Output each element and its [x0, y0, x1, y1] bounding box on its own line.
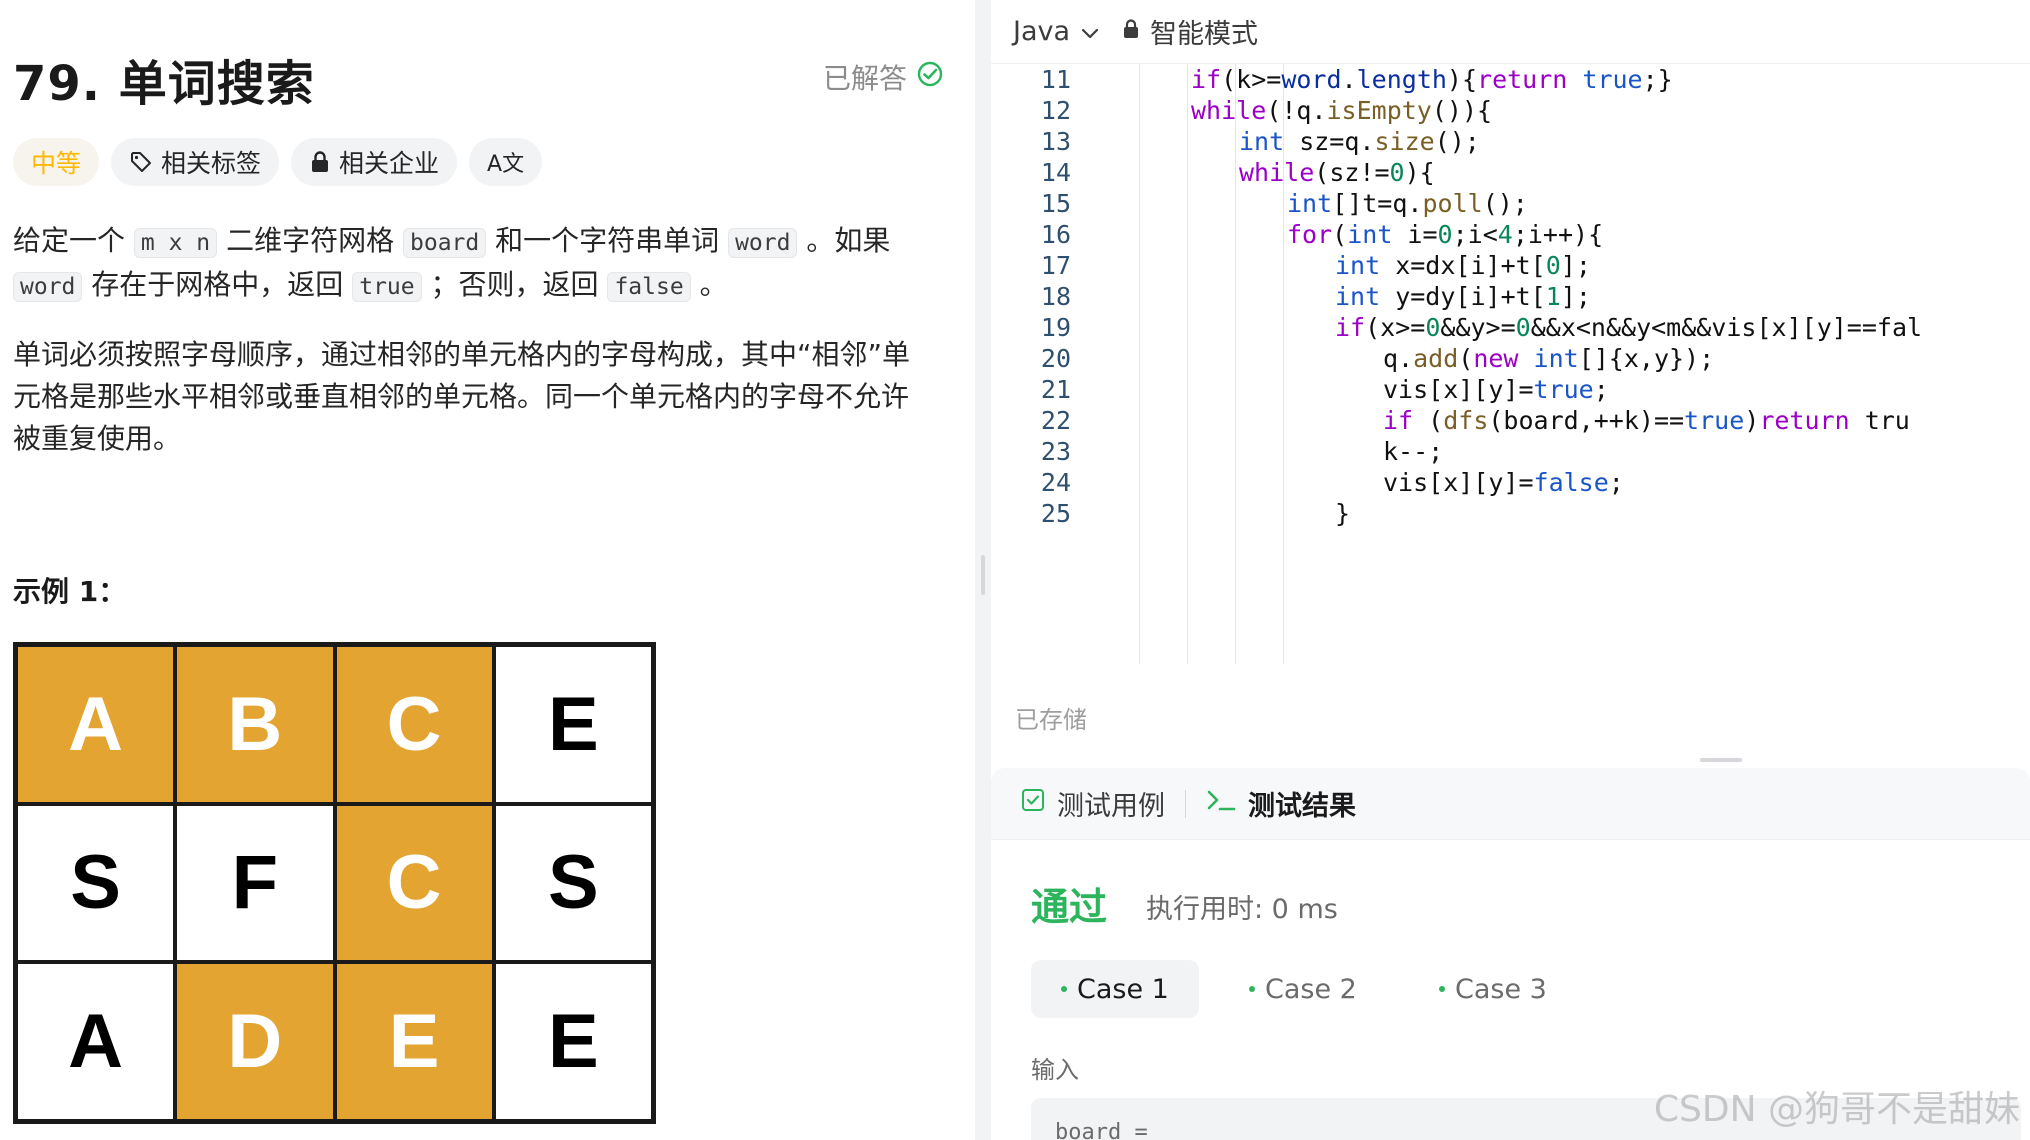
input-value: board =	[1055, 1120, 1148, 1140]
grid-cell: C	[334, 803, 494, 963]
case-tab-1[interactable]: Case 1	[1031, 960, 1199, 1018]
example-board-grid: ABCESFCSADEE	[13, 642, 656, 1124]
line-number: 25	[1040, 499, 1071, 528]
test-tabs: 测试用例 测试结果	[991, 768, 2030, 840]
code-area[interactable]: 11 if(k>=word.length){return true;} 12 whil…	[991, 64, 2030, 664]
grid-cell: A	[16, 645, 176, 804]
grid-cell: S	[16, 803, 176, 963]
tag-icon	[129, 150, 153, 174]
related-companies-button[interactable]: 相关企业	[291, 138, 458, 186]
lock-icon	[1122, 16, 1140, 47]
description-paragraph-1: 给定一个 m x n 二维字符网格 board 和一个字符串单词 word 。如…	[13, 220, 933, 308]
case-tab-2[interactable]: Case 2	[1219, 960, 1387, 1018]
checkbox-icon	[1021, 788, 1045, 819]
tag-row: 中等 相关标签 相关企业 A文	[13, 138, 543, 186]
grid-cell: E	[493, 962, 653, 1121]
pass-dot-icon	[1439, 986, 1445, 992]
input-label: 输入	[1031, 1056, 1079, 1084]
inline-code: word	[728, 228, 798, 258]
difficulty-badge: 中等	[13, 138, 100, 186]
pass-dot-icon	[1249, 986, 1255, 992]
lock-icon	[309, 150, 331, 174]
desc-text: ；否则，返回	[430, 268, 599, 301]
desc-text: 和一个字符串单词	[495, 224, 720, 257]
inline-code: board	[403, 228, 487, 258]
code-text: }	[1335, 499, 1351, 528]
inline-code: m x n	[133, 228, 218, 258]
runtime-label: 执行用时: 0 ms	[1146, 894, 1338, 925]
problem-title: 79. 单词搜索	[13, 56, 315, 112]
language-label: Java	[1013, 16, 1071, 47]
case-label: Case 1	[1077, 973, 1169, 1005]
grid-cell: S	[493, 803, 653, 963]
desc-text: 。如果	[806, 224, 891, 257]
smart-mode-label: 智能模式	[1150, 19, 1259, 50]
inline-code: true	[352, 272, 422, 302]
description-paragraph-2: 单词必须按照字母顺序，通过相邻的单元格内的字母构成，其中“相邻”单元格是那些水平…	[13, 338, 911, 455]
grid-cell: A	[16, 962, 176, 1121]
related-tags-label: 相关标签	[161, 149, 262, 178]
example-title: 示例 1：	[13, 575, 127, 608]
case-label: Case 3	[1455, 973, 1547, 1005]
chevron-down-icon	[1080, 16, 1100, 47]
desc-text: 给定一个	[13, 224, 126, 257]
grid-cell: F	[175, 803, 335, 963]
difficulty-label: 中等	[31, 149, 82, 178]
grid-cell: D	[175, 962, 335, 1121]
grid-cell: E	[334, 962, 494, 1121]
case-label: Case 2	[1265, 973, 1357, 1005]
vertical-resize-handle[interactable]	[1700, 758, 1742, 762]
result-status: 通过	[1031, 885, 1108, 929]
editor-toolbar: Java 智能模式	[991, 0, 2030, 64]
grid-cell: E	[493, 645, 653, 804]
tab-separator	[1185, 789, 1186, 818]
language-select[interactable]: Java	[1013, 16, 1100, 47]
desc-text: 。	[699, 268, 728, 301]
grid-cell: C	[334, 645, 494, 804]
solved-label: 已解答	[823, 62, 908, 95]
watermark: CSDN @狗哥不是甜妹	[1653, 1089, 2020, 1130]
terminal-icon	[1206, 788, 1236, 819]
saved-status: 已存储	[1015, 706, 1087, 734]
tab-test-result-label: 测试结果	[1248, 791, 1356, 822]
translate-icon: A文	[487, 152, 525, 177]
smart-mode-toggle[interactable]: 智能模式	[1122, 12, 1258, 51]
tab-test-cases[interactable]: 测试用例	[1021, 784, 1165, 823]
related-tags-button[interactable]: 相关标签	[111, 138, 280, 186]
check-circle-icon	[917, 61, 943, 94]
grid-cell: B	[175, 645, 335, 804]
code-line[interactable]: 25}	[991, 494, 2030, 534]
inline-code: word	[13, 272, 83, 302]
code-editor-panel: Java 智能模式 11 if(k>=word.length){return tr…	[991, 0, 2030, 752]
translate-button[interactable]: A文	[469, 138, 543, 186]
desc-text: 二维字符网格	[226, 224, 395, 257]
inline-code: false	[607, 272, 691, 302]
tab-test-cases-label: 测试用例	[1057, 791, 1165, 822]
divider-grip-handle[interactable]	[981, 555, 985, 595]
pass-dot-icon	[1061, 986, 1067, 992]
related-companies-label: 相关企业	[339, 149, 440, 178]
tab-test-result[interactable]: 测试结果	[1206, 784, 1356, 823]
case-tab-3[interactable]: Case 3	[1409, 960, 1577, 1018]
solved-status: 已解答	[823, 57, 943, 97]
problem-panel: 79. 单词搜索 已解答 中等 相关标签 相关企业 A文 给定一个 m x n	[0, 0, 975, 1140]
desc-text: 存在于网格中，返回	[91, 268, 344, 301]
